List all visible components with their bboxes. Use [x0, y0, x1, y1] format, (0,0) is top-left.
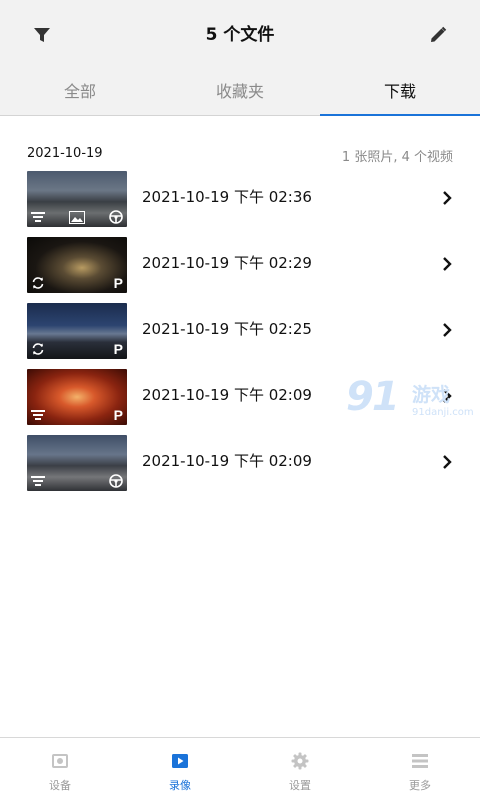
tab-all[interactable]: 全部 [0, 70, 160, 115]
parking-icon: P [113, 341, 123, 357]
watermark-logo: 91 游戏 91danji.com [346, 374, 480, 424]
nav-device-label: 设备 [49, 779, 71, 792]
file-timestamp: 2021-10-19 下午 02:36 [142, 188, 312, 206]
edit-button[interactable] [424, 21, 452, 49]
watermark-name: 游戏 [412, 384, 451, 406]
bottom-nav: 设备 录像 设置 更多 [0, 737, 480, 800]
parking-icon: P [113, 407, 123, 423]
section-date: 2021-10-19 [27, 146, 103, 161]
parking-icon: P [113, 275, 123, 291]
video-thumbnail: P [27, 369, 127, 425]
play-icon [172, 754, 188, 768]
nav-more-label: 更多 [409, 779, 431, 792]
file-list: 2021-10-19 下午 02:36 P 2021-10-19 下午 02:2… [0, 170, 480, 500]
photo-icon [69, 210, 85, 224]
list-icon [31, 474, 45, 488]
nav-recordings-label: 录像 [169, 779, 191, 792]
video-thumbnail [27, 171, 127, 227]
list-item[interactable]: 2021-10-19 下午 02:36 [0, 170, 480, 236]
file-timestamp: 2021-10-19 下午 02:09 [142, 452, 312, 470]
chevron-right-icon [443, 191, 452, 205]
list-icon [31, 210, 45, 224]
nav-recordings[interactable]: 录像 [120, 738, 240, 800]
nav-settings-label: 设置 [289, 779, 311, 792]
file-timestamp: 2021-10-19 下午 02:09 [142, 386, 312, 404]
video-thumbnail [27, 435, 127, 491]
list-item[interactable]: P 2021-10-19 下午 02:29 [0, 236, 480, 302]
video-thumbnail: P [27, 237, 127, 293]
camera-icon [52, 754, 68, 768]
list-item[interactable]: P 2021-10-19 下午 02:25 [0, 302, 480, 368]
pencil-icon [431, 26, 447, 42]
page-title: 5 个文件 [205, 25, 275, 45]
video-thumbnail: P [27, 303, 127, 359]
nav-settings[interactable]: 设置 [240, 738, 360, 800]
chevron-right-icon [443, 455, 452, 469]
chevron-right-icon [443, 323, 452, 337]
list-icon [31, 408, 45, 422]
gear-icon [291, 752, 309, 770]
tab-favorites[interactable]: 收藏夹 [160, 70, 320, 115]
top-bar: 5 个文件 [0, 0, 480, 70]
section-file-count: 1 张照片, 4 个视频 [341, 150, 453, 165]
tab-downloads[interactable]: 下载 [320, 70, 480, 116]
steering-wheel-icon [109, 210, 123, 224]
loop-icon [31, 276, 45, 290]
watermark-site: 91danji.com [412, 407, 474, 418]
list-item[interactable]: 2021-10-19 下午 02:09 [0, 434, 480, 500]
steering-wheel-icon [109, 474, 123, 488]
nav-more[interactable]: 更多 [360, 738, 480, 800]
nav-device[interactable]: 设备 [0, 738, 120, 800]
loop-icon [31, 342, 45, 356]
chevron-right-icon [443, 257, 452, 271]
date-section-header: 2021-10-19 1 张照片, 4 个视频 [0, 146, 480, 165]
file-timestamp: 2021-10-19 下午 02:29 [142, 254, 312, 272]
file-timestamp: 2021-10-19 下午 02:25 [142, 320, 312, 338]
watermark-number: 91 [346, 374, 400, 420]
menu-icon [412, 754, 428, 768]
tab-bar: 全部 收藏夹 下载 [0, 70, 480, 116]
